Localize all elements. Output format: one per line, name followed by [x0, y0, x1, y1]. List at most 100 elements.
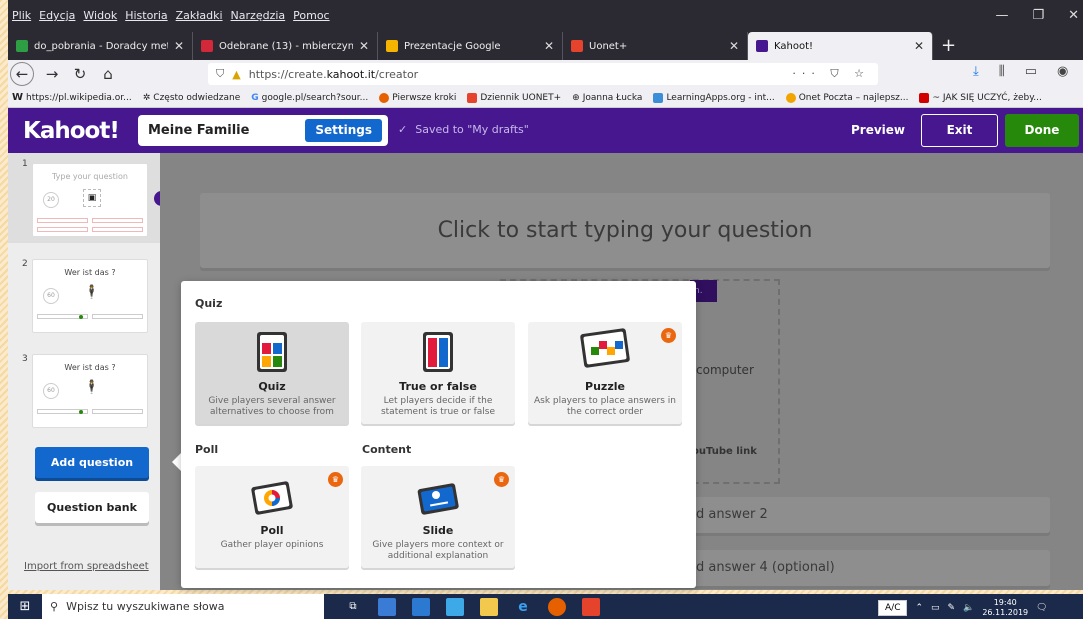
- bookmark-item[interactable]: LearningApps.org - int...: [653, 92, 775, 103]
- youtube-icon: [919, 92, 930, 103]
- minimize-icon[interactable]: —: [995, 8, 1008, 23]
- exit-button[interactable]: Exit: [921, 114, 998, 147]
- tab-doradcy[interactable]: do_pobrania - Doradcy metody ✕: [8, 32, 193, 60]
- uonet-icon: [571, 40, 583, 52]
- new-tab-icon[interactable]: +: [933, 32, 964, 60]
- question-title: Type your question: [51, 172, 128, 181]
- sidebar-icon[interactable]: ▭: [1025, 64, 1037, 79]
- menu-bar: Plik Edycja Widok Historia Zakładki Narz…: [8, 0, 1083, 32]
- card-name: Quiz: [258, 380, 286, 393]
- close-tab-icon[interactable]: ✕: [914, 39, 924, 53]
- bookmark-item[interactable]: ✲ Często odwiedzane: [143, 93, 241, 103]
- ac-button[interactable]: A/C: [878, 600, 908, 616]
- question-card-2[interactable]: 2 Wer ist das ? 60 🕴: [8, 253, 160, 343]
- menu-edycja[interactable]: Edycja: [39, 9, 75, 22]
- timer-badge: 60: [43, 288, 59, 304]
- toolbar-right: ⤓ ⫼ ▭ ◉ ≡: [973, 64, 1083, 79]
- card-description: Let players decide if the statement is t…: [380, 396, 496, 417]
- true-false-type-card[interactable]: True or false Let players decide if the …: [361, 322, 515, 424]
- tab-prezentacje[interactable]: Prezentacje Google ✕: [378, 32, 563, 60]
- preview-button[interactable]: Preview: [851, 123, 905, 137]
- done-button[interactable]: Done: [1005, 114, 1079, 147]
- firefox-icon[interactable]: [548, 597, 566, 616]
- page-actions-icon[interactable]: ··· ⛉ ☆: [792, 67, 870, 81]
- menu-pomoc[interactable]: Pomoc: [293, 9, 329, 22]
- menu-zakladki[interactable]: Zakładki: [176, 9, 223, 22]
- library-icon[interactable]: ⫼: [999, 64, 1005, 79]
- upload-computer-text[interactable]: computer: [696, 363, 754, 377]
- home-icon[interactable]: ⌂: [94, 65, 122, 83]
- network-icon[interactable]: ▭: [931, 603, 940, 613]
- file-explorer-icon[interactable]: [480, 597, 498, 616]
- close-tab-icon[interactable]: ✕: [729, 39, 739, 53]
- bookmark-item[interactable]: ~ JAK SIĘ UCZYĆ, żeby...: [919, 92, 1042, 103]
- section-quiz: Quiz: [195, 297, 223, 310]
- bookmark-item[interactable]: ⊕ Joanna Łucka: [572, 93, 642, 103]
- tray-expand-icon[interactable]: ⌃: [915, 603, 923, 613]
- lock-icon[interactable]: ▲: [232, 68, 240, 81]
- poll-type-card[interactable]: ♛ Poll Gather player opinions: [195, 466, 349, 568]
- edge-icon[interactable]: e: [514, 598, 532, 616]
- pen-icon[interactable]: ✎: [948, 603, 956, 613]
- bookmark-item[interactable]: Dziennik UONET+: [467, 92, 561, 103]
- taskbar-search[interactable]: ⚲ Wpisz tu wyszukiwane słowa: [42, 594, 324, 619]
- task-view-icon[interactable]: ⧉: [344, 598, 362, 616]
- quiz-type-card[interactable]: Quiz Give players several answer alterna…: [195, 322, 349, 424]
- reload-icon[interactable]: ↻: [66, 65, 94, 83]
- close-tab-icon[interactable]: ✕: [359, 39, 369, 53]
- clock-date: 26.11.2019: [982, 608, 1029, 617]
- notifications-icon[interactable]: 🗨: [1036, 603, 1047, 613]
- puzzle-type-card[interactable]: ♛ Puzzle Ask players to place answers in…: [528, 322, 682, 424]
- app-document-icon[interactable]: [412, 597, 430, 616]
- volume-icon[interactable]: 🔈: [963, 603, 974, 613]
- bookmark-item[interactable]: Onet Poczta – najlepsz...: [785, 92, 908, 103]
- question-input[interactable]: Click to start typing your question: [200, 193, 1050, 268]
- card-name: True or false: [399, 380, 477, 393]
- question-card-3[interactable]: 3 Wer ist das ? 60 🕴: [8, 348, 160, 438]
- menu-narzedzia[interactable]: Narzędzia: [231, 9, 286, 22]
- windows-start-icon[interactable]: ⊞: [8, 599, 42, 614]
- question-card-1[interactable]: 1 Type your question 20 ▣ !: [8, 153, 169, 243]
- close-window-icon[interactable]: ✕: [1068, 8, 1079, 23]
- forward-icon[interactable]: →: [38, 65, 66, 83]
- popup-pointer: [172, 453, 181, 471]
- question-thumbnail: Type your question 20 ▣: [32, 163, 148, 237]
- search-icon: ⚲: [50, 600, 59, 613]
- account-icon[interactable]: ◉: [1057, 64, 1068, 79]
- app-calculator-icon[interactable]: [446, 597, 464, 616]
- person-image-icon: 🕴: [83, 285, 101, 300]
- restore-icon[interactable]: ❐: [1032, 8, 1044, 23]
- kahoot-logo[interactable]: Kahoot!: [23, 118, 133, 144]
- question-number: 3: [22, 354, 28, 364]
- menu-historia[interactable]: Historia: [125, 9, 167, 22]
- import-spreadsheet-link[interactable]: Import from spreadsheet: [24, 561, 149, 572]
- youtube-link-button[interactable]: ouTube link: [692, 446, 757, 457]
- question-bank-button[interactable]: Question bank: [35, 492, 149, 523]
- download-icon[interactable]: ⤓: [973, 64, 979, 79]
- section-poll: Poll: [195, 443, 219, 456]
- tab-kahoot[interactable]: Kahoot! ✕: [748, 32, 933, 60]
- shield-icon[interactable]: ⛉: [216, 67, 224, 81]
- add-question-button[interactable]: Add question: [35, 447, 149, 478]
- app-efoto-icon[interactable]: [378, 597, 396, 616]
- slide-type-card[interactable]: ♛ Slide Give players more context or add…: [361, 466, 515, 568]
- bookmark-item[interactable]: Whttps://pl.wikipedia.or...: [12, 92, 132, 103]
- close-tab-icon[interactable]: ✕: [544, 39, 554, 53]
- question-number: 2: [22, 259, 28, 269]
- settings-button[interactable]: Settings: [305, 119, 382, 142]
- back-icon[interactable]: ←: [10, 62, 34, 86]
- menu-widok[interactable]: Widok: [83, 9, 117, 22]
- bookmark-item[interactable]: Ggoogle.pl/search?sour...: [251, 93, 368, 103]
- bookmark-item[interactable]: Pierwsze kroki: [379, 92, 456, 103]
- url-bar[interactable]: ⛉ ▲ https://create.kahoot.it/creator ···…: [208, 63, 878, 85]
- tab-gmail[interactable]: Odebrane (13) - mbierczynska ✕: [193, 32, 378, 60]
- app-presentation-icon[interactable]: [582, 597, 600, 616]
- menu-plik[interactable]: Plik: [12, 9, 31, 22]
- kahoot-title-field[interactable]: Meine Familie Settings: [138, 115, 388, 146]
- premium-crown-icon: ♛: [494, 472, 509, 487]
- taskbar-apps: ⧉ e: [344, 597, 600, 616]
- correct-answer-dot: [79, 410, 83, 414]
- close-tab-icon[interactable]: ✕: [174, 39, 184, 53]
- tab-uonet[interactable]: Uonet+ ✕: [563, 32, 748, 60]
- clock[interactable]: 19:40 26.11.2019: [982, 598, 1028, 618]
